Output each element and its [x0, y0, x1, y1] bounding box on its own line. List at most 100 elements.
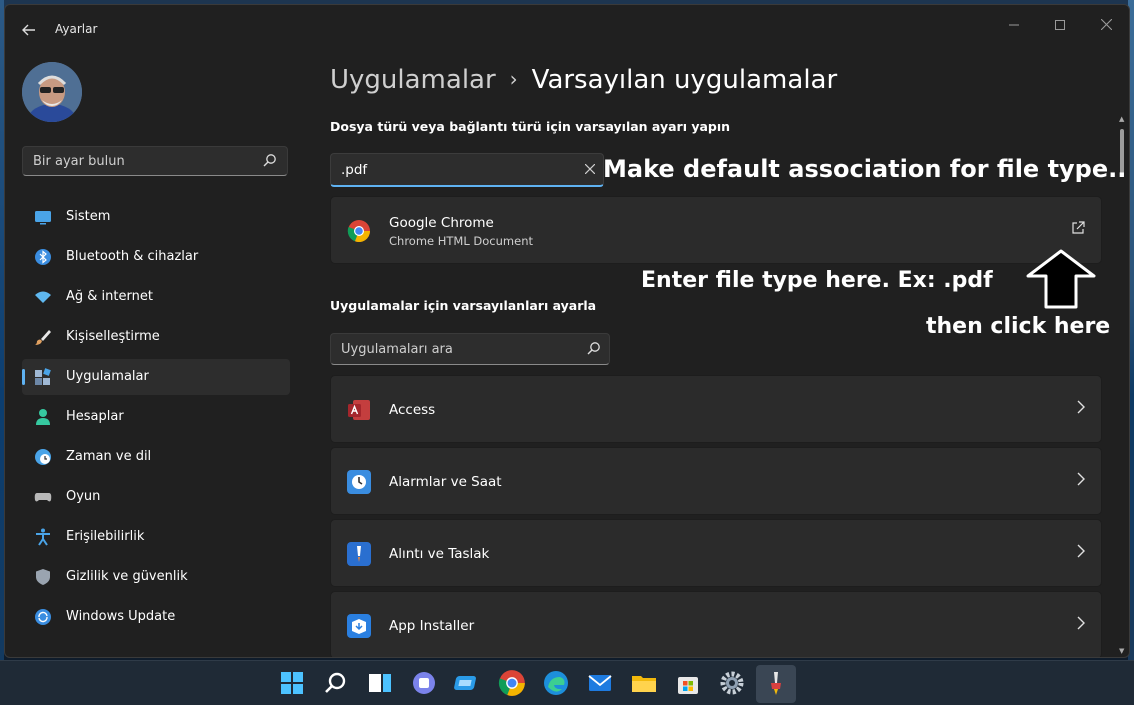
arrow-up-icon: [1026, 249, 1096, 309]
sidebar-item-sistem[interactable]: Sistem: [22, 199, 290, 235]
selection-indicator: [22, 369, 25, 385]
filetype-input[interactable]: .pdf: [330, 153, 604, 187]
minimize-button[interactable]: [991, 11, 1037, 41]
snip-sketch-icon: [347, 542, 371, 566]
sidebar-item-label: Hesaplar: [66, 409, 124, 424]
start-icon[interactable]: [278, 669, 306, 697]
apps-section-title: Uygulamalar için varsayılanları ayarla: [330, 298, 597, 313]
external-link-icon: [1072, 221, 1085, 234]
annotation-click-hint: then click here: [926, 314, 1111, 339]
brush-icon: [35, 330, 51, 345]
app-row-snip-sketch[interactable]: Alıntı ve Taslak: [330, 519, 1102, 587]
taskbar: [0, 660, 1134, 705]
app-name: Alarmlar ve Saat: [389, 474, 502, 490]
settings-search-input[interactable]: Bir ayar bulun: [22, 146, 288, 176]
breadcrumb-parent[interactable]: Uygulamalar: [330, 65, 496, 95]
back-button[interactable]: [17, 19, 41, 41]
person-icon: [36, 409, 50, 425]
annotation-instruction: Enter file type here. Ex: .pdf: [641, 268, 993, 293]
filetype-input-value: .pdf: [341, 162, 368, 178]
sidebar-item-time-language[interactable]: Zaman ve dil: [22, 439, 290, 475]
sidebar-nav: Sistem Bluetooth & cihazlar Ağ & interne…: [22, 199, 290, 639]
page-title: Varsayılan uygulamalar: [531, 65, 838, 95]
teams-icon[interactable]: [410, 669, 438, 697]
app-row-app-installer[interactable]: App Installer: [330, 591, 1102, 657]
settings-icon[interactable]: [718, 669, 746, 697]
close-button[interactable]: [1083, 11, 1129, 41]
sidebar-item-bluetooth[interactable]: Bluetooth & cihazlar: [22, 239, 290, 275]
app-name: App Installer: [389, 618, 475, 634]
mail-icon[interactable]: [586, 669, 614, 697]
sidebar-item-label: Uygulamalar: [66, 369, 149, 384]
scroll-down-icon[interactable]: ▼: [1119, 647, 1124, 655]
chevron-right-icon: [1077, 544, 1085, 562]
annotation-heading: Make default association for file type..: [603, 155, 1127, 183]
chevron-right-icon: [1077, 472, 1085, 490]
apps-search-placeholder: Uygulamaları ara: [341, 342, 453, 357]
breadcrumb: Uygulamalar › Varsayılan uygulamalar: [330, 65, 837, 95]
edge-icon[interactable]: [542, 669, 570, 697]
sidebar-item-accounts[interactable]: Hesaplar: [22, 399, 290, 435]
sidebar-item-windows-update[interactable]: Windows Update: [22, 599, 290, 635]
alarm-clock-icon: [347, 470, 371, 494]
gamepad-icon: [34, 493, 52, 502]
arrow-left-icon: [22, 24, 35, 36]
sidebar-item-apps[interactable]: Uygulamalar: [22, 359, 290, 395]
chevron-right-icon: [1077, 400, 1085, 418]
sidebar-item-label: Oyun: [66, 489, 101, 504]
chrome-icon: [347, 220, 371, 243]
update-icon: [35, 609, 51, 625]
apps-search-input[interactable]: Uygulamaları ara: [330, 333, 610, 365]
title-bar: Ayarlar: [5, 5, 1129, 45]
app-installer-icon: [347, 614, 371, 638]
sidebar-item-label: Zaman ve dil: [66, 449, 152, 464]
filetype-section-title: Dosya türü veya bağlantı türü için varsa…: [330, 119, 731, 134]
search-icon: [587, 342, 600, 355]
sidebar-item-privacy[interactable]: Gizlilik ve güvenlik: [22, 559, 290, 595]
maximize-icon: [1055, 20, 1065, 30]
accessibility-icon: [36, 528, 50, 546]
app-name: Access: [389, 402, 436, 418]
sidebar-item-label: Erişilebilirlik: [66, 529, 145, 544]
sidebar-item-label: Sistem: [66, 209, 111, 224]
filetype-default-app-card[interactable]: Google Chrome Chrome HTML Document: [330, 196, 1102, 264]
wifi-icon: [35, 291, 51, 303]
task-view-icon[interactable]: [366, 669, 394, 697]
access-icon: [348, 400, 370, 420]
close-icon: [1100, 18, 1112, 31]
store-icon[interactable]: [674, 669, 702, 697]
scrollbar[interactable]: ▲ ▼: [1119, 115, 1125, 655]
apps-icon: [35, 368, 51, 385]
breadcrumb-separator: ›: [509, 67, 518, 91]
sidebar-item-accessibility[interactable]: Erişilebilirlik: [22, 519, 290, 555]
close-icon: [584, 163, 596, 175]
widgets-icon[interactable]: [454, 669, 482, 697]
clock-globe-icon: [35, 449, 51, 465]
external-link-button[interactable]: [1071, 221, 1085, 239]
sidebar-item-gaming[interactable]: Oyun: [22, 479, 290, 515]
avatar[interactable]: [22, 62, 82, 122]
sidebar-item-network[interactable]: Ağ & internet: [22, 279, 290, 315]
bluetooth-icon: [35, 249, 51, 265]
app-row-access[interactable]: Access: [330, 375, 1102, 443]
window-title: Ayarlar: [55, 22, 98, 36]
maximize-button[interactable]: [1037, 11, 1083, 41]
sidebar-item-label: Kişiselleştirme: [66, 329, 160, 344]
search-icon[interactable]: [322, 669, 350, 697]
paint-icon[interactable]: [762, 669, 790, 697]
file-explorer-icon[interactable]: [630, 669, 658, 697]
shield-icon: [36, 569, 50, 585]
search-icon: [263, 154, 276, 167]
sidebar-item-label: Ağ & internet: [66, 289, 153, 304]
app-row-alarms-clock[interactable]: Alarmlar ve Saat: [330, 447, 1102, 515]
sidebar-item-personalization[interactable]: Kişiselleştirme: [22, 319, 290, 355]
monitor-icon: [35, 211, 51, 225]
app-name: Alıntı ve Taslak: [389, 546, 490, 562]
chrome-icon[interactable]: [498, 669, 526, 697]
scroll-up-icon[interactable]: ▲: [1119, 115, 1124, 123]
chevron-right-icon: [1077, 616, 1085, 634]
default-app-name: Google Chrome: [389, 215, 494, 231]
clear-input-button[interactable]: [584, 160, 596, 178]
settings-search-placeholder: Bir ayar bulun: [33, 154, 125, 169]
default-app-subtitle: Chrome HTML Document: [389, 234, 533, 248]
